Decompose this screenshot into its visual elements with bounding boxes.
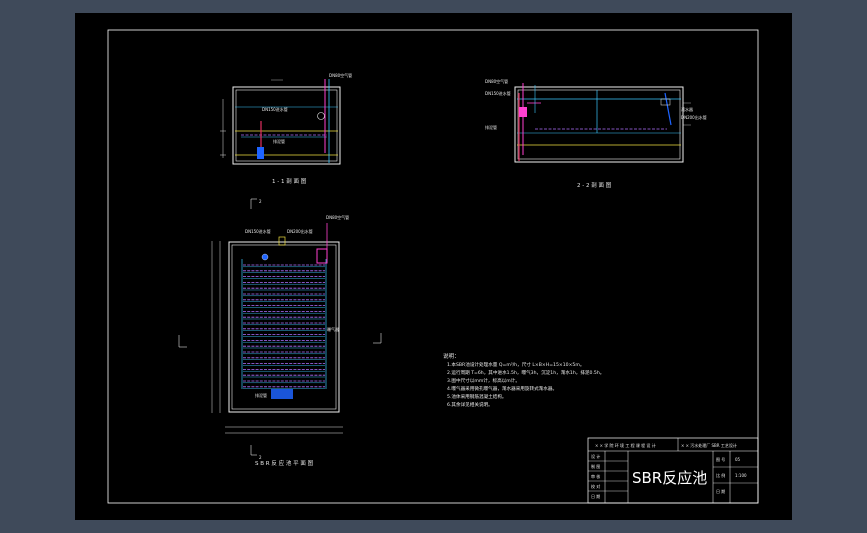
label-air-pipe: DN80空气管 — [485, 78, 508, 84]
label-aerator: 曝气器 — [327, 326, 339, 332]
label-inlet-pipe: DN150进水管 — [245, 228, 271, 234]
note-line-1: 1.本SBR池设计处理水量 Q=m³/h，尺寸 L×B×H=15×10×5m。 — [447, 361, 584, 368]
label-sludge-pipe: 排泥管 — [255, 392, 267, 398]
section-mark-bottom: 2 — [259, 455, 262, 460]
note-line-4: 4.曝气器采用微孔曝气器，滗水器采用旋转式滗水器。 — [447, 385, 557, 392]
label-inlet-pipe: DN150进水管 — [485, 90, 511, 96]
school-name: × × 学 院 环 境 工 程 课 程 设 计 — [595, 442, 656, 448]
cad-drawing: DN80空气管 排泥管 DN150进水管 1 - 1 剖 面 图 DN80空气管… — [107, 29, 759, 504]
section-1-1: DN80空气管 排泥管 DN150进水管 1 - 1 剖 面 图 — [220, 72, 352, 185]
drawing-title: SBR反应池 — [632, 469, 707, 487]
row-drafter: 制 图 — [591, 463, 600, 469]
drawing-frame — [107, 29, 759, 504]
label-inlet-pipe: DN150进水管 — [262, 106, 288, 112]
valve — [519, 107, 527, 117]
label-outlet-pipe: DN200出水管 — [287, 228, 313, 234]
tank-wall — [232, 86, 341, 165]
field-scale: 比 例 — [716, 472, 725, 478]
label-outlet-pipe: DN200出水管 — [681, 114, 707, 120]
section-2-2: DN80空气管 DN150进水管 排泥管 滗水器 DN200出水管 2 - 2 … — [485, 78, 707, 189]
drawing-sheet: DN80空气管 排泥管 DN150进水管 1 - 1 剖 面 图 DN80空气管… — [75, 13, 792, 520]
section-mark-top: 2 — [259, 199, 262, 204]
inlet-point — [261, 253, 269, 261]
label-sludge-pipe: 排泥管 — [485, 124, 497, 130]
inlet-fitting — [257, 147, 264, 159]
decanter — [664, 92, 672, 126]
outlet-chamber — [316, 248, 328, 264]
field-drawing-no: 图 号 — [716, 456, 725, 462]
caption-1-1: 1 - 1 剖 面 图 — [272, 177, 307, 185]
caption-plan: S B R 反 应 池 平 面 图 — [255, 459, 314, 467]
row-reviewer: 审 核 — [591, 473, 600, 479]
row-date: 日 期 — [591, 493, 600, 499]
row-designer: 设 计 — [591, 453, 600, 459]
sludge-sump — [271, 389, 293, 399]
label-air-pipe: DN80空气管 — [326, 214, 349, 220]
note-line-3: 3.图中尺寸以mm计，标高以m计。 — [447, 377, 520, 384]
note-line-2: 2.运行周期 T=6h，其中进水1.5h，曝气3h，沉淀1h，滗水1h，排泥0.… — [447, 369, 604, 376]
project-name: × × 污水处理厂 SBR 工艺设计 — [681, 442, 737, 448]
label-sludge-pipe: 排泥管 — [273, 138, 285, 144]
aerator-grid — [243, 264, 325, 389]
design-notes: 说明： 1.本SBR池设计处理水量 Q=m³/h，尺寸 L×B×H=15×10×… — [443, 352, 604, 408]
row-checker: 校 对 — [591, 483, 600, 489]
caption-2-2: 2 - 2 剖 面 图 — [577, 181, 612, 189]
value-scale: 1:100 — [735, 473, 747, 478]
note-line-5: 5.池体采用钢筋混凝土结构。 — [447, 393, 507, 400]
title-block: × × 学 院 环 境 工 程 课 程 设 计 × × 污水处理厂 SBR 工艺… — [587, 437, 759, 504]
label-decanter: 滗水器 — [681, 106, 693, 112]
note-line-6: 6.其余详见相关说明。 — [447, 401, 493, 408]
plan-view: DN80空气管 DN150进水管 DN200出水管 曝气器 排泥管 2 2 S … — [178, 198, 382, 467]
tank-wall — [514, 86, 684, 163]
notes-heading: 说明： — [443, 352, 460, 360]
label-air-pipe: DN80空气管 — [329, 72, 352, 78]
field-date: 日 期 — [716, 488, 725, 494]
value-drawing-no: 05 — [735, 457, 741, 462]
